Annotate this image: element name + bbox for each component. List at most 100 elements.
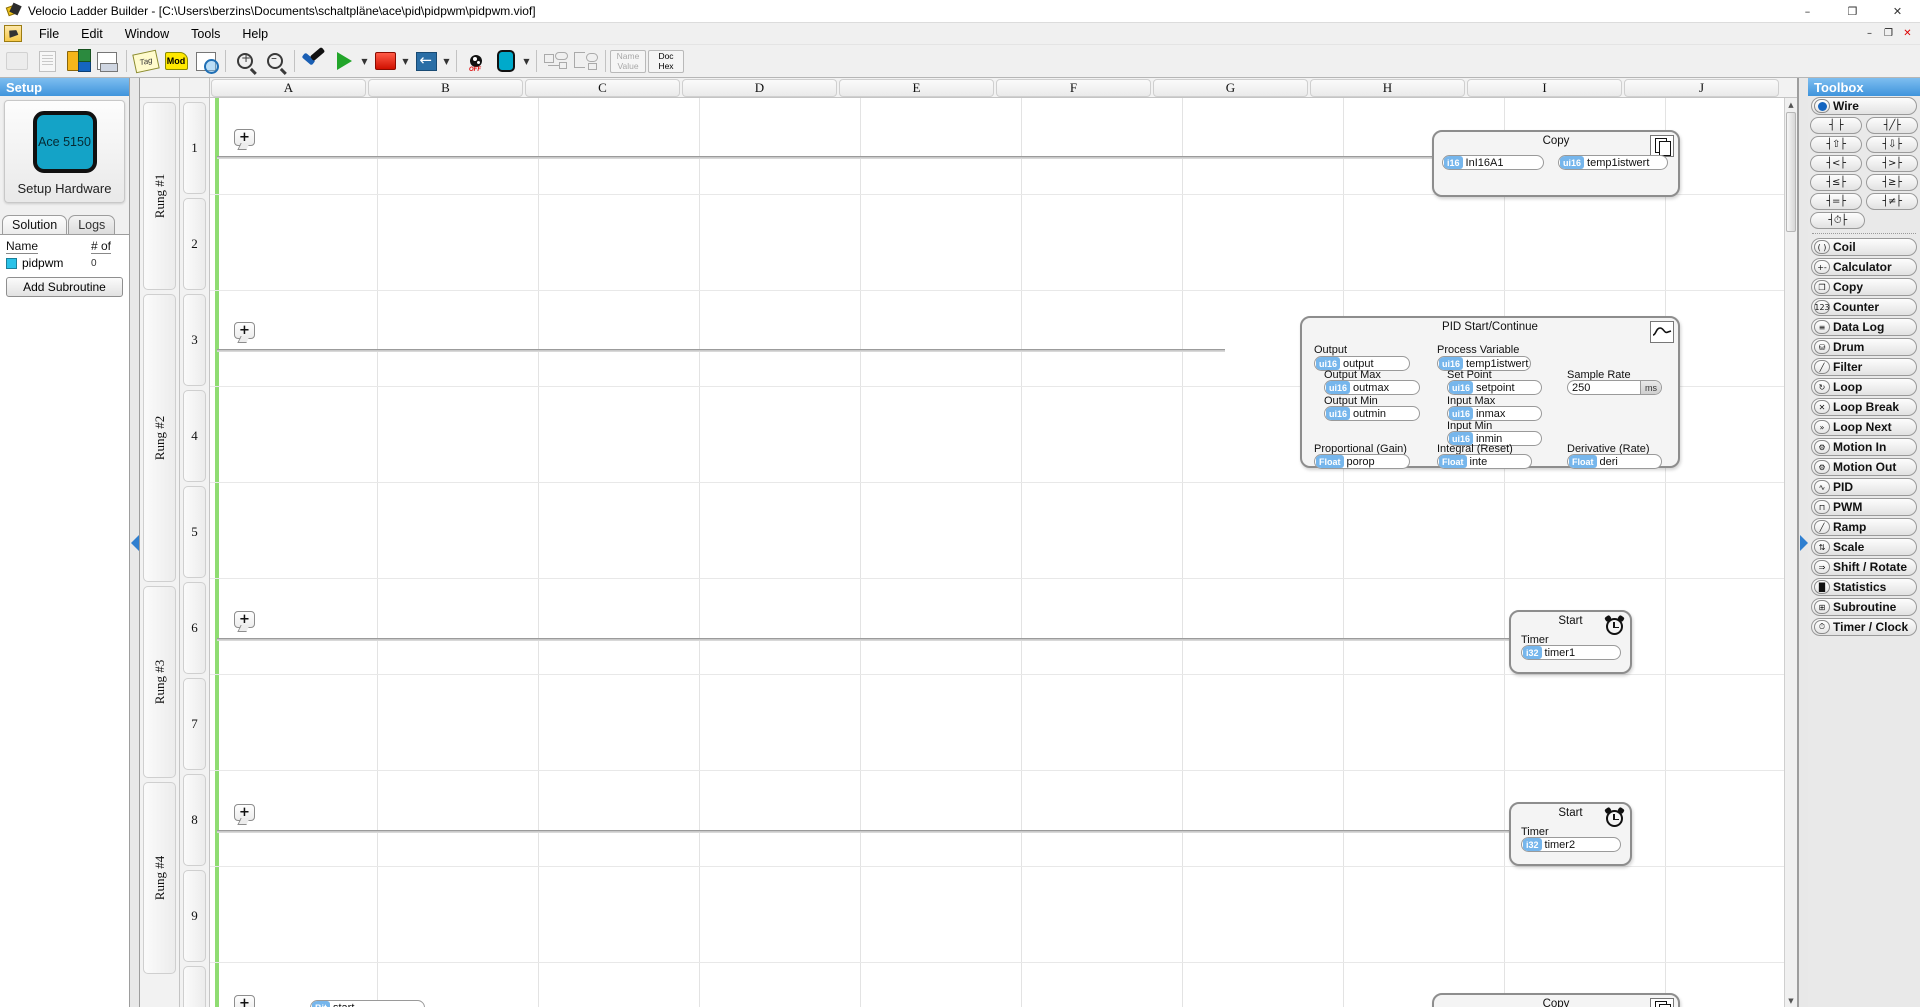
find-button[interactable]	[191, 47, 221, 76]
add-element-button-1[interactable]: +	[234, 129, 255, 146]
row-number-2[interactable]: 2	[183, 198, 206, 290]
mdi-close-button[interactable]: ✕	[1899, 25, 1916, 41]
collapse-toolbox-handle[interactable]	[1798, 78, 1808, 1007]
zoom-in-button[interactable]	[230, 47, 260, 76]
row-number-10[interactable]	[183, 966, 206, 1007]
modbus-button[interactable]: Mod	[161, 47, 191, 76]
toolbox-item-motion-out[interactable]: ⚙ Motion Out	[1811, 458, 1917, 476]
column-header-g[interactable]: G	[1153, 79, 1308, 97]
contact-less-equal-button[interactable]: ┤≤├	[1810, 174, 1862, 191]
toolbox-item-pid[interactable]: ∿ PID	[1811, 478, 1917, 496]
toolbox-item-calculator[interactable]: +- Calculator	[1811, 258, 1917, 276]
toolbox-item-counter[interactable]: 123 Counter	[1811, 298, 1917, 316]
column-header-a[interactable]: A	[211, 79, 366, 97]
scrollbar-thumb[interactable]	[1786, 112, 1796, 232]
toolbox-item-drum[interactable]: ⛁ Drum	[1811, 338, 1917, 356]
contact-timer-button[interactable]: ┤⏱├	[1810, 212, 1865, 229]
row-number-8[interactable]: 8	[183, 774, 206, 866]
row-number-6[interactable]: 6	[183, 582, 206, 674]
menu-tools[interactable]: Tools	[180, 24, 231, 44]
add-element-button-5[interactable]: +	[234, 995, 255, 1007]
timer1-block[interactable]: Start Timer i32 timer1	[1509, 610, 1632, 674]
column-header-d[interactable]: D	[682, 79, 837, 97]
window-minimize-button[interactable]: –	[1785, 0, 1830, 23]
column-header-i[interactable]: I	[1467, 79, 1622, 97]
column-header-b[interactable]: B	[368, 79, 523, 97]
doc-hex-toggle-button[interactable]: Doc Hex	[648, 49, 684, 73]
contact-equal-button[interactable]: ┤=├	[1810, 193, 1862, 210]
contact-no-button[interactable]: ┤ ├	[1810, 117, 1862, 134]
device-button[interactable]	[491, 47, 521, 76]
step-dropdown-arrow[interactable]: ▼	[441, 47, 452, 76]
tags-button[interactable]: Tag	[131, 47, 161, 76]
debug-button[interactable]: OFF	[461, 47, 491, 76]
column-header-e[interactable]: E	[839, 79, 994, 97]
toolbox-item-data-log[interactable]: ≡ Data Log	[1811, 318, 1917, 336]
verify-button[interactable]	[299, 47, 329, 76]
toolbox-item-copy[interactable]: ❐ Copy	[1811, 278, 1917, 296]
ladder-canvas[interactable]: A B C D E F G H I J Rung #1 Rung #2 Rung…	[140, 78, 1798, 1007]
pid-derivative-field[interactable]: Float deri	[1567, 454, 1662, 469]
toolbox-item-ramp[interactable]: ╱ Ramp	[1811, 518, 1917, 536]
contact-greater-than-button[interactable]: ┤>├	[1866, 155, 1918, 172]
timer1-field[interactable]: i32 timer1	[1521, 645, 1621, 660]
scroll-up-icon[interactable]: ▲	[1785, 98, 1797, 111]
save-file-button[interactable]	[62, 47, 92, 76]
toolbox-item-pwm[interactable]: ⊓ PWM	[1811, 498, 1917, 516]
column-header-j[interactable]: J	[1624, 79, 1779, 97]
toolbox-item-scale[interactable]: ⇅ Scale	[1811, 538, 1917, 556]
column-header-c[interactable]: C	[525, 79, 680, 97]
ladder-cells[interactable]: + + + + + Copy i16 InI16A1 ui16 temp1ist…	[210, 98, 1797, 1007]
pid-proportional-field[interactable]: Float porop	[1314, 454, 1410, 469]
contact-less-than-button[interactable]: ┤<├	[1810, 155, 1862, 172]
add-element-button-4[interactable]: +	[234, 804, 255, 821]
contact-falling-edge-button[interactable]: ┤⇩├	[1866, 136, 1918, 153]
window-close-button[interactable]: ✕	[1875, 0, 1920, 23]
collapse-left-panel-handle[interactable]	[130, 78, 140, 1007]
pid-input-max-field[interactable]: ui16 inmax	[1447, 406, 1542, 421]
device-dropdown-arrow[interactable]: ▼	[521, 47, 532, 76]
row-number-4[interactable]: 4	[183, 390, 206, 482]
copy-source-field[interactable]: i16 InI16A1	[1442, 155, 1544, 170]
run-button[interactable]	[329, 47, 359, 76]
add-element-button-2[interactable]: +	[234, 322, 255, 339]
toolbox-item-shift-rotate[interactable]: ⇒ Shift / Rotate	[1811, 558, 1917, 576]
row-number-5[interactable]: 5	[183, 486, 206, 578]
pid-output-max-field[interactable]: ui16 outmax	[1324, 380, 1420, 395]
setup-hardware-button[interactable]: Ace 5150 Setup Hardware	[4, 100, 125, 203]
toolbox-item-loop-break[interactable]: ✕ Loop Break	[1811, 398, 1917, 416]
menu-help[interactable]: Help	[231, 24, 279, 44]
copy-block-bottom[interactable]: Copy	[1432, 993, 1680, 1007]
menu-window[interactable]: Window	[114, 24, 180, 44]
rung-label-1[interactable]: Rung #1	[143, 102, 176, 290]
list-item[interactable]: pidpwm 0	[0, 254, 129, 272]
menu-edit[interactable]: Edit	[70, 24, 114, 44]
toolbox-item-motion-in[interactable]: ⚙ Motion In	[1811, 438, 1917, 456]
pid-output-min-field[interactable]: ui16 outmin	[1324, 406, 1420, 421]
copy-block-top[interactable]: Copy i16 InI16A1 ui16 temp1istwert	[1432, 130, 1680, 197]
contact-nc-button[interactable]: ┤╱├	[1866, 117, 1918, 134]
contact-rising-edge-button[interactable]: ┤⇧├	[1810, 136, 1862, 153]
name-value-toggle-button[interactable]: Name Value	[610, 49, 646, 73]
pid-integral-field[interactable]: Float inte	[1437, 454, 1532, 469]
subroutine-return-button[interactable]	[571, 47, 601, 76]
toolbox-item-loop-next[interactable]: » Loop Next	[1811, 418, 1917, 436]
add-element-button-3[interactable]: +	[234, 611, 255, 628]
copy-dest-field[interactable]: ui16 temp1istwert	[1558, 155, 1668, 170]
stop-dropdown-arrow[interactable]: ▼	[400, 47, 411, 76]
contact-greater-equal-button[interactable]: ┤≥├	[1866, 174, 1918, 191]
print-button[interactable]	[92, 47, 122, 76]
subroutine-call-button[interactable]	[541, 47, 571, 76]
toolbox-item-filter[interactable]: ╱ Filter	[1811, 358, 1917, 376]
start-contact-field[interactable]: Bit start	[310, 1000, 425, 1007]
rung-label-2[interactable]: Rung #2	[143, 294, 176, 582]
mdi-restore-button[interactable]: ❐	[1880, 25, 1897, 41]
column-header-h[interactable]: H	[1310, 79, 1465, 97]
toolbox-item-timer-clock[interactable]: ⏱ Timer / Clock	[1811, 618, 1917, 636]
window-maximize-button[interactable]: ❐	[1830, 0, 1875, 23]
tab-solution[interactable]: Solution	[2, 215, 68, 234]
contact-not-equal-button[interactable]: ┤≠├	[1866, 193, 1918, 210]
timer2-field[interactable]: i32 timer2	[1521, 837, 1621, 852]
timer2-block[interactable]: Start Timer i32 timer2	[1509, 802, 1632, 866]
scroll-down-icon[interactable]: ▼	[1785, 994, 1797, 1007]
